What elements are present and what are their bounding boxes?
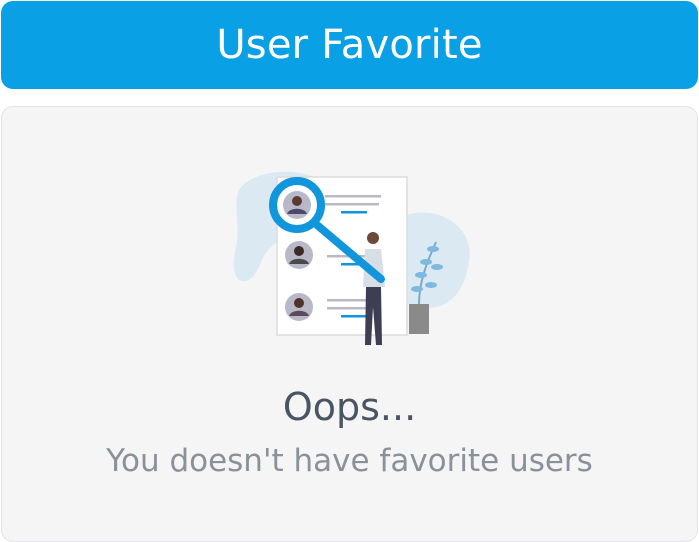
empty-state-card: Oops... You doesn't have favorite users: [1, 106, 698, 542]
empty-state-title: Oops...: [282, 385, 417, 429]
empty-state-message: You doesn't have favorite users: [106, 443, 593, 479]
app-header: User Favorite: [1, 1, 698, 89]
magnifier-user-search-icon: [233, 171, 470, 345]
header-title: User Favorite: [216, 22, 483, 68]
